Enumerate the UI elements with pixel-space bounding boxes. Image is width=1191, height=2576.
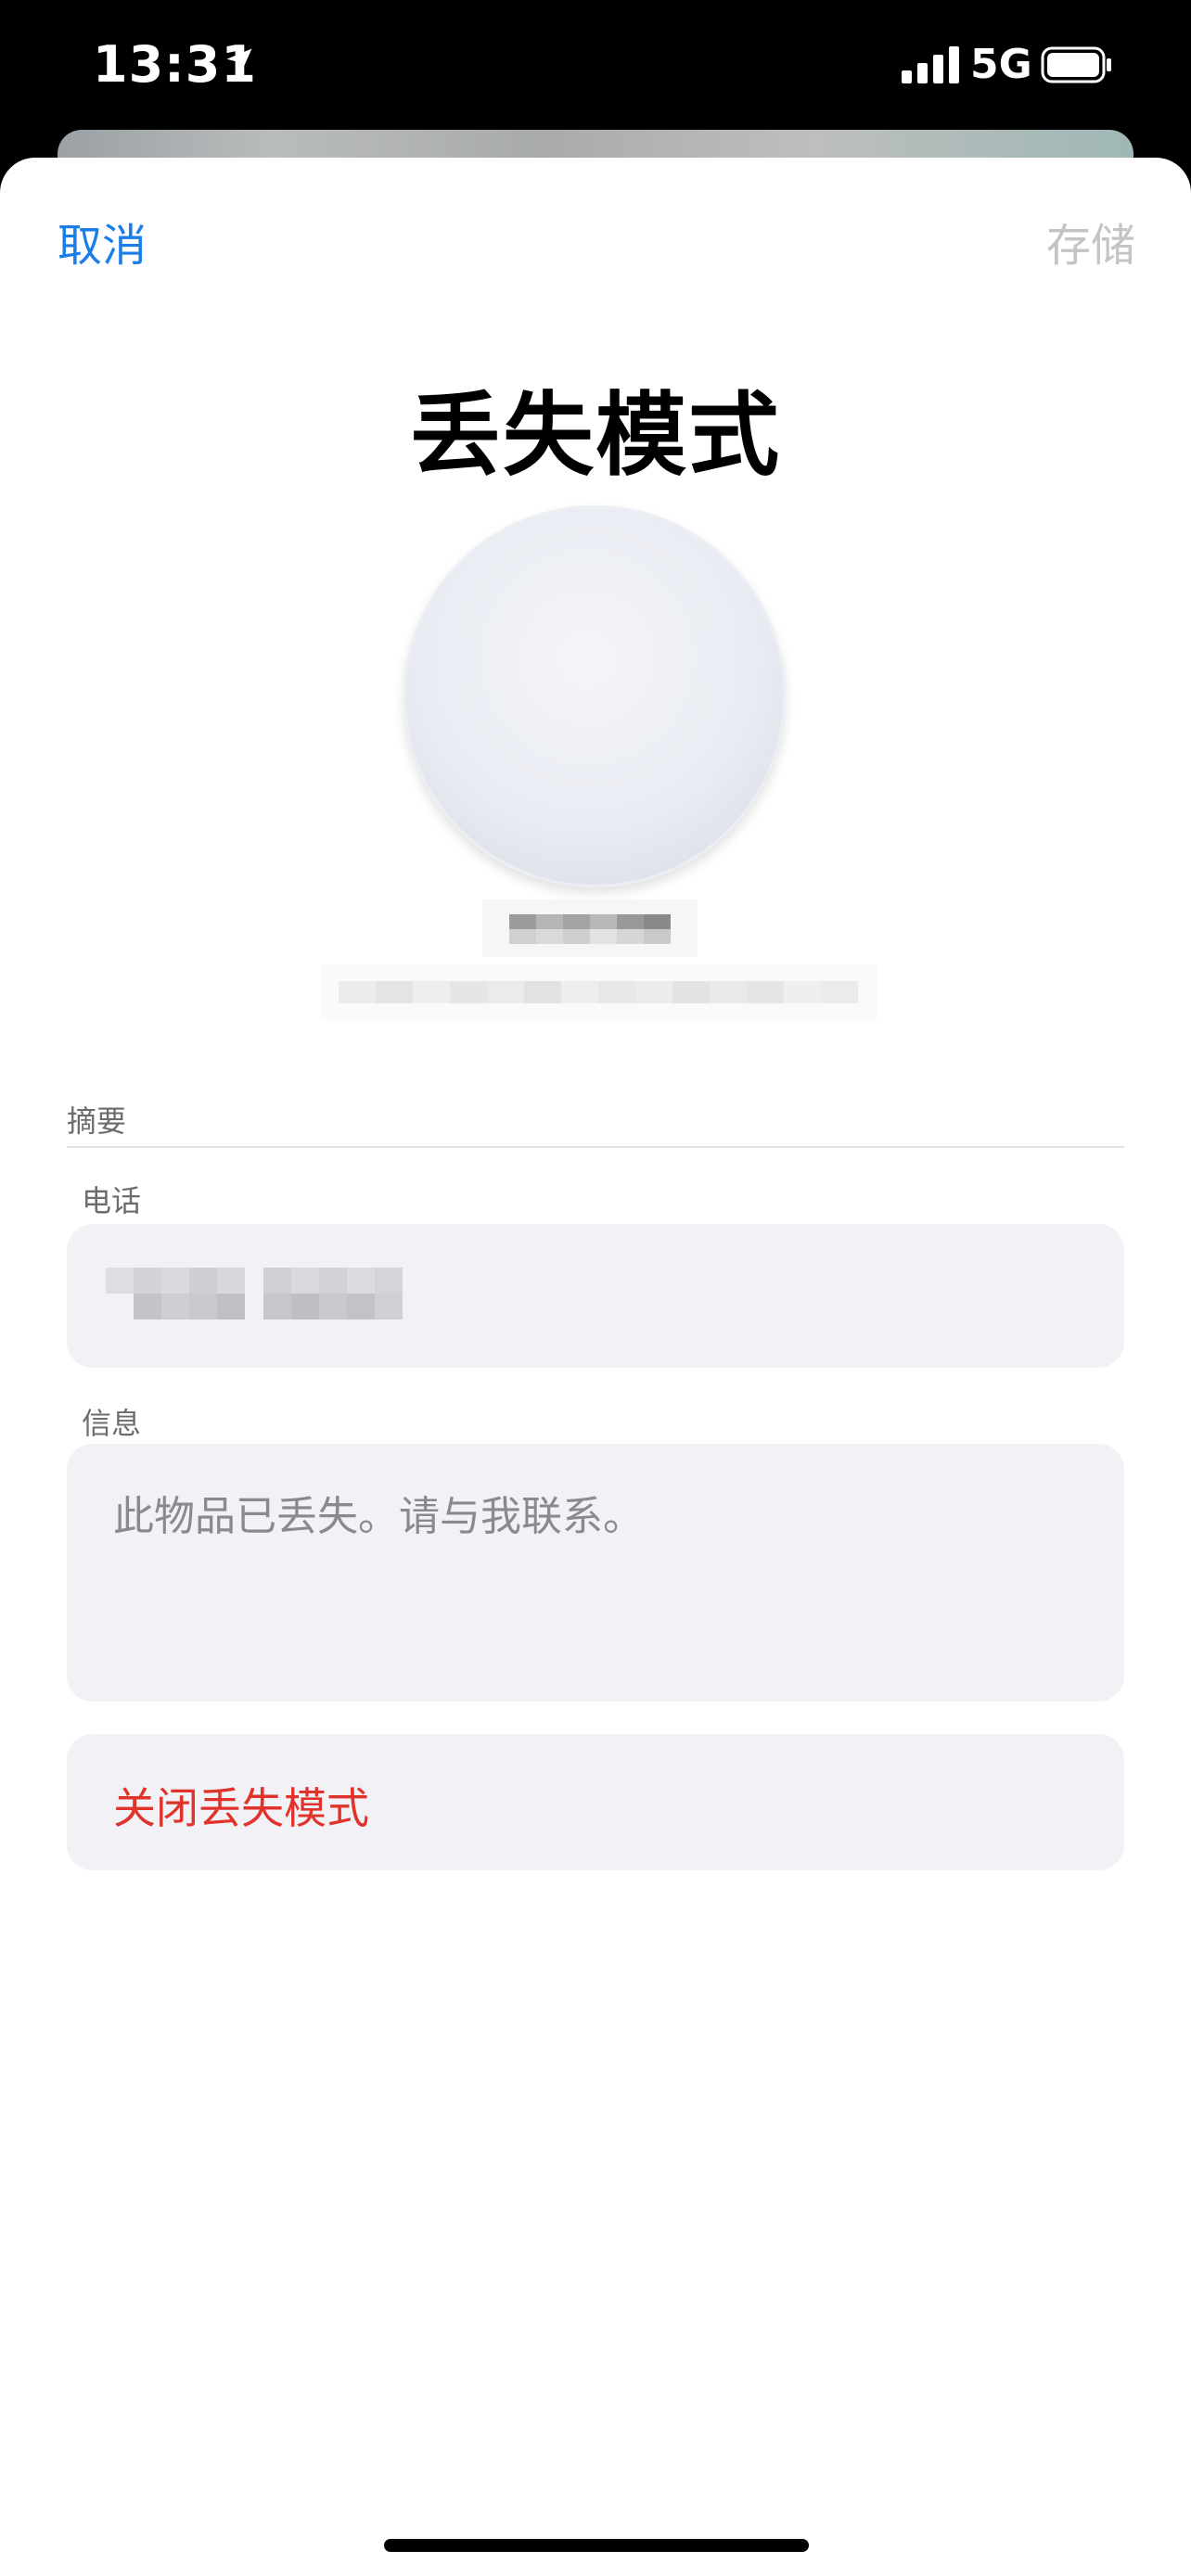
redacted-item-name [482, 899, 698, 957]
phone-field[interactable] [67, 1224, 1124, 1368]
message-label: 信息 [82, 1406, 142, 1441]
turn-off-lost-mode-button[interactable]: 关闭丢失模式 [67, 1734, 1124, 1870]
battery-icon [1041, 46, 1111, 83]
message-field[interactable]: 此物品已丢失。请与我联系。 [67, 1444, 1124, 1702]
lost-mode-sheet: 取消 存储 丢失模式 摘要 电话 信息 此物品已丢失。请与我联系。 关闭丢失模式 [0, 158, 1191, 2576]
section-divider [67, 1146, 1124, 1148]
network-type: 5G [970, 41, 1032, 88]
summary-section-label: 摘要 [67, 1103, 127, 1139]
status-bar: 13:31 5G [0, 0, 1191, 139]
turn-off-lost-mode-label: 关闭丢失模式 [113, 1783, 369, 1833]
redacted-owner-email [320, 964, 877, 1020]
message-placeholder: 此物品已丢失。请与我联系。 [113, 1493, 644, 1540]
location-arrow-icon [226, 48, 252, 74]
page-title: 丢失模式 [409, 383, 781, 489]
signal-bars-icon [902, 46, 959, 83]
save-button[interactable]: 存储 [1046, 209, 1135, 274]
home-indicator[interactable] [384, 2539, 809, 2552]
redacted-phone-number [106, 1263, 458, 1323]
airtag-image [403, 505, 786, 887]
cancel-button[interactable]: 取消 [58, 209, 147, 274]
phone-label: 电话 [82, 1183, 142, 1218]
